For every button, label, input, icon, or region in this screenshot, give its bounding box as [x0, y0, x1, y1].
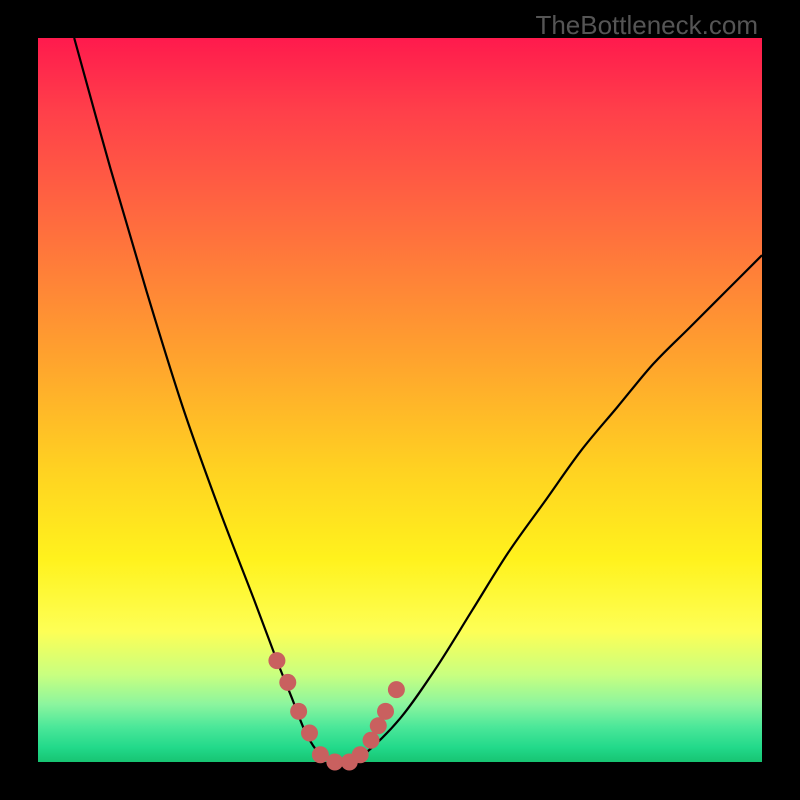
- marker-point: [290, 703, 307, 720]
- marker-point: [363, 732, 380, 749]
- marker-point: [301, 725, 318, 742]
- plot-area: [38, 38, 762, 762]
- marker-point: [352, 746, 369, 763]
- marker-point: [377, 703, 394, 720]
- marker-point: [326, 754, 343, 771]
- curve-svg: [38, 38, 762, 762]
- curve-markers: [268, 652, 404, 770]
- marker-point: [312, 746, 329, 763]
- chart-frame: TheBottleneck.com: [0, 0, 800, 800]
- bottleneck-curve-path: [74, 38, 762, 763]
- marker-point: [388, 681, 405, 698]
- marker-point: [279, 674, 296, 691]
- marker-point: [268, 652, 285, 669]
- watermark-text: TheBottleneck.com: [535, 10, 758, 41]
- marker-point: [370, 717, 387, 734]
